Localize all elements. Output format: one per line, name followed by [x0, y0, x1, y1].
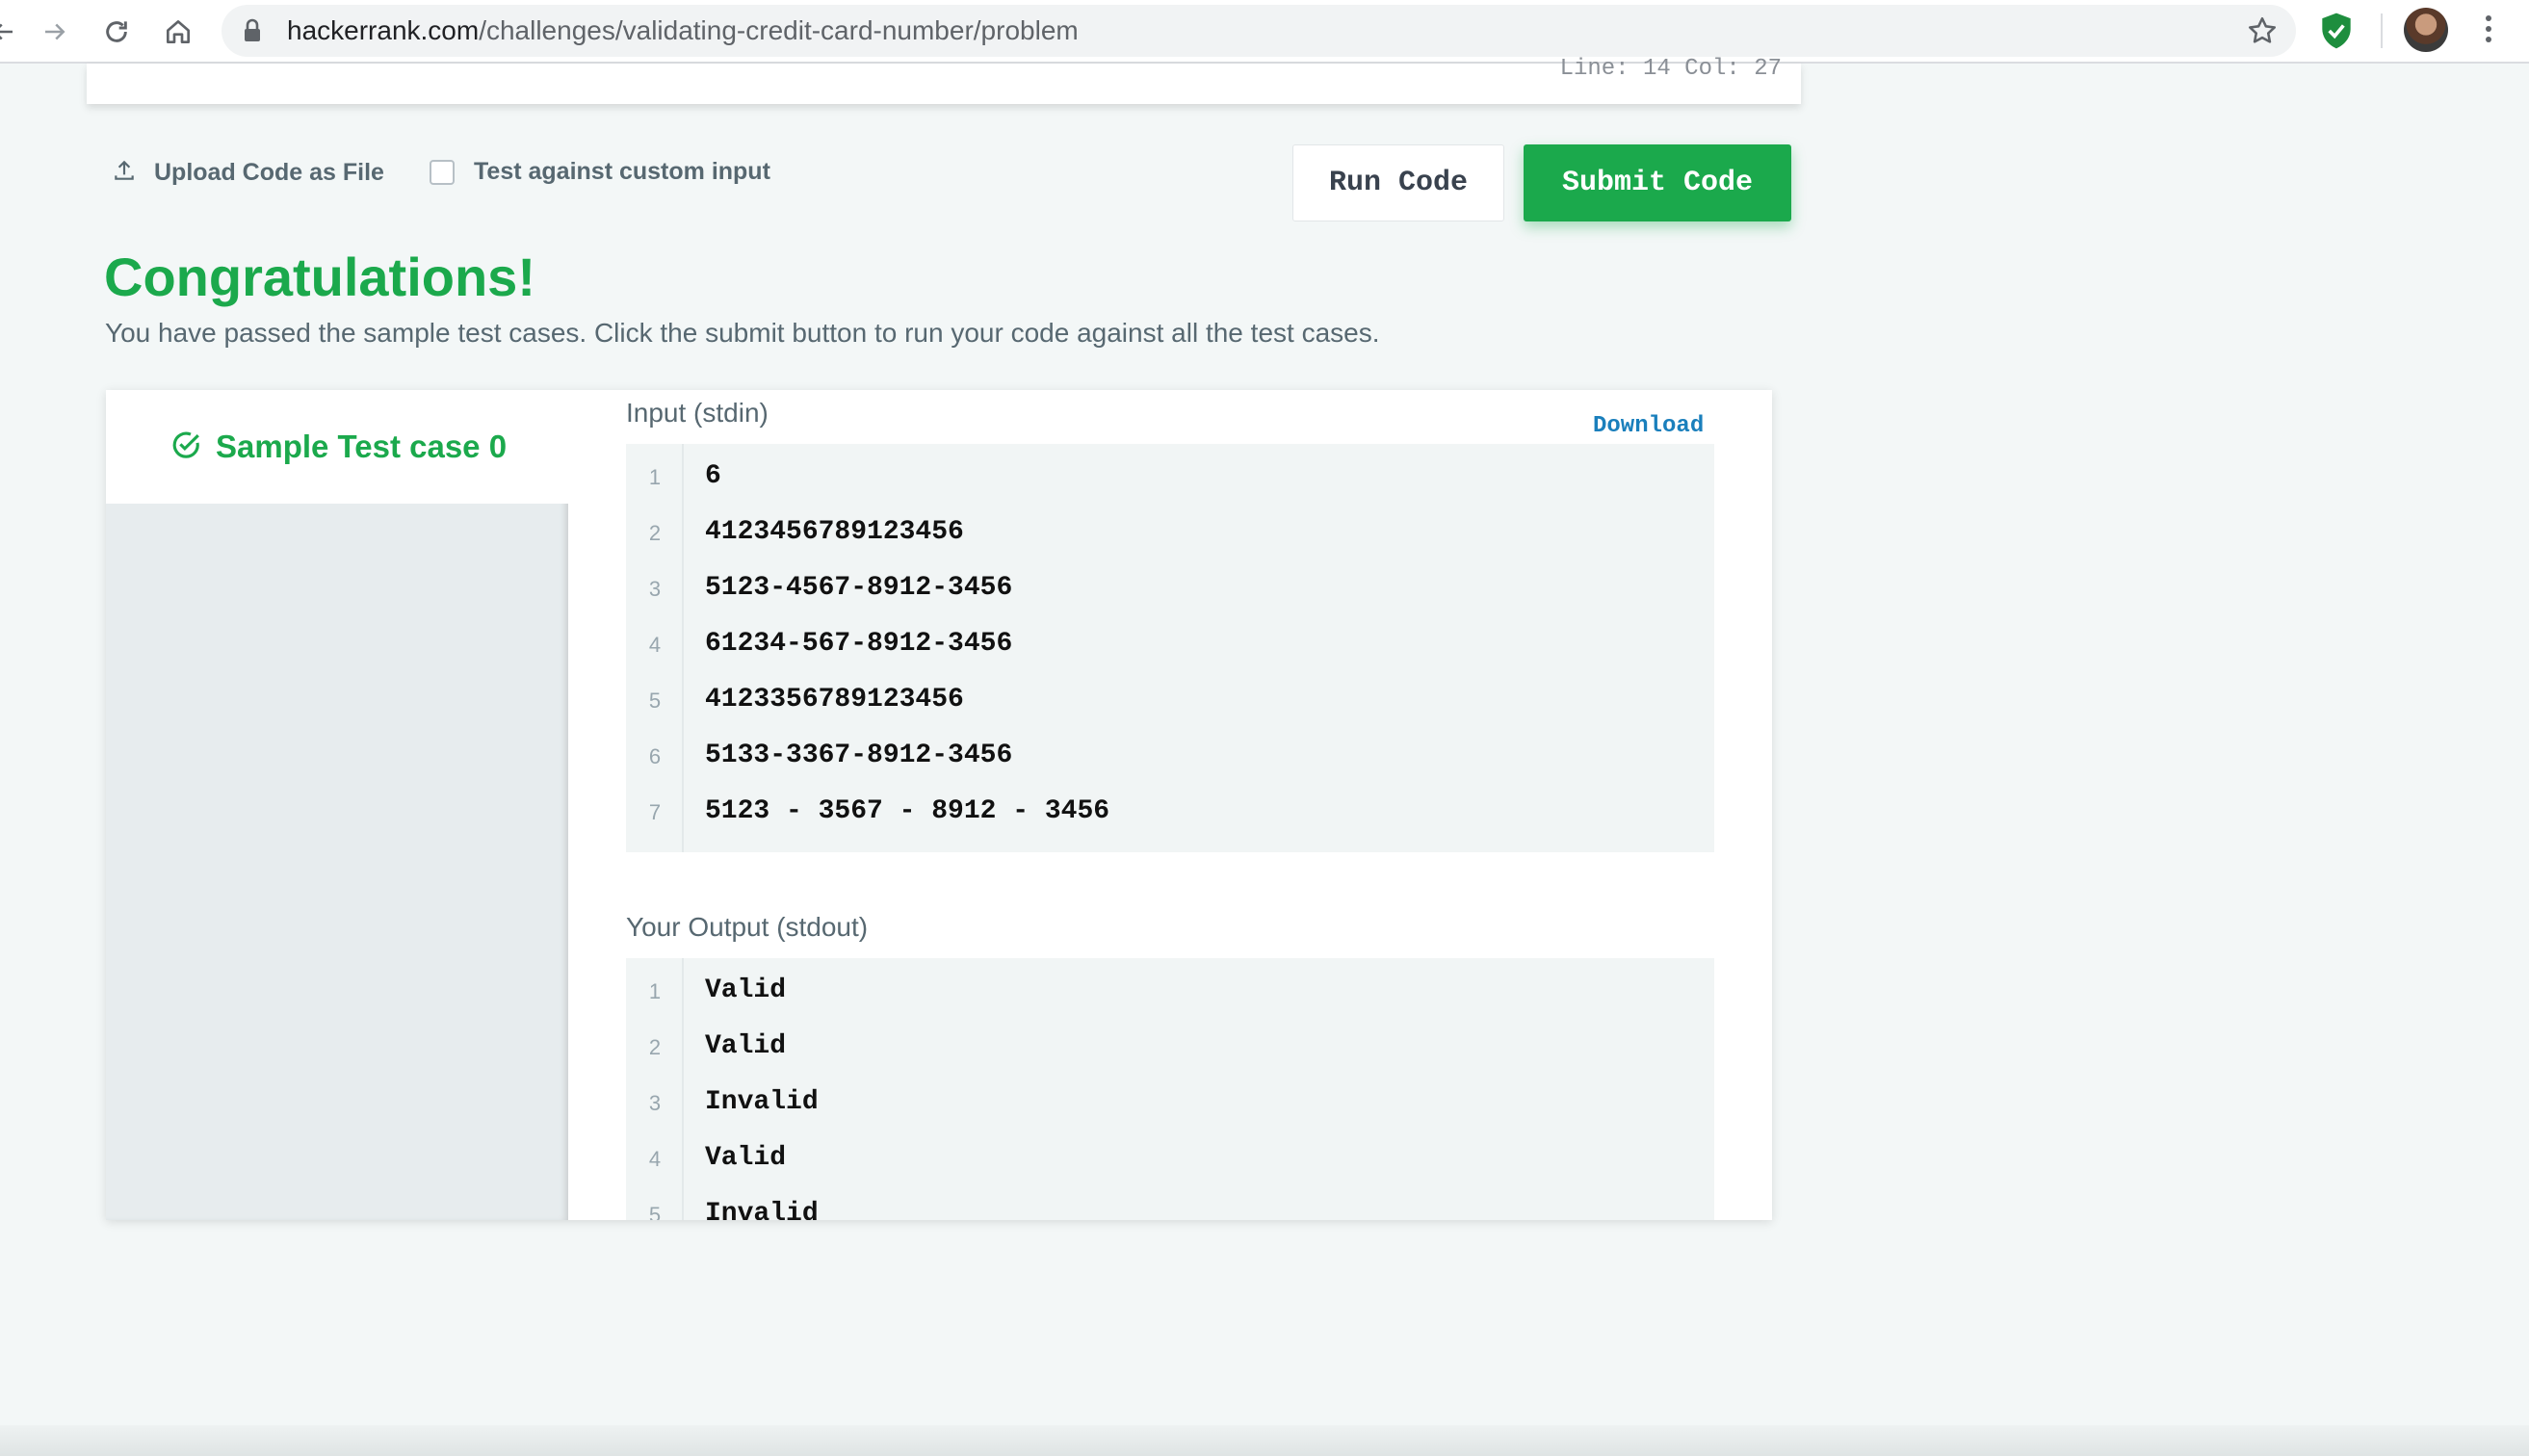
- upload-icon: [112, 158, 137, 188]
- line-text: 4123456789123456: [705, 517, 964, 547]
- page-footer-shadow: [0, 1425, 2529, 1456]
- line-number: 4: [648, 633, 662, 657]
- star-icon[interactable]: [2246, 14, 2279, 52]
- check-circle-icon: [169, 429, 202, 466]
- upload-code-label: Upload Code as File: [154, 159, 384, 186]
- output-line: 2 Valid: [626, 1022, 1714, 1078]
- upload-code-button[interactable]: Upload Code as File: [112, 158, 384, 188]
- custom-input-label: Test against custom input: [474, 158, 770, 185]
- output-title: Your Output (stdout): [626, 912, 869, 942]
- line-text: Invalid: [705, 1199, 819, 1220]
- output-line: 4 Valid: [626, 1133, 1714, 1189]
- input-line: 16: [626, 452, 1714, 507]
- line-number: 2: [648, 1035, 662, 1059]
- input-line: 7 5123 - 3567 - 8912 - 3456: [626, 787, 1714, 843]
- input-title: Input (stdin): [626, 398, 769, 428]
- result-message: You have passed the sample test cases. C…: [105, 318, 1380, 348]
- browser-toolbar: hackerrank.com/challenges/validating-cre…: [0, 0, 2529, 64]
- line-text: 61234-567-8912-3456: [705, 629, 1013, 659]
- output-line: 3 Invalid: [626, 1078, 1714, 1133]
- tab-sample-test-case-0[interactable]: Sample Test case 0: [106, 390, 568, 504]
- test-case-label: Sample Test case 0: [216, 429, 508, 464]
- test-case-list: Sample Test case 0: [106, 390, 568, 1220]
- more-menu-icon[interactable]: [2475, 12, 2502, 50]
- custom-input-checkbox[interactable]: [430, 159, 455, 185]
- line-text: Valid: [705, 975, 787, 1005]
- input-code-box: 1 6 2 4123456789123456 3 5123-4567-8912-3456 4…: [626, 444, 1714, 852]
- line-text: 5123-4567-8912-3456: [705, 573, 1013, 603]
- profile-avatar[interactable]: [2404, 8, 2448, 52]
- address-bar[interactable]: hackerrank.com/challenges/validating-cre…: [222, 5, 2296, 57]
- line-number: 7: [648, 800, 662, 824]
- toolbar-divider: [2381, 13, 2383, 48]
- input-line: 4 61234-567-8912-3456: [626, 619, 1714, 675]
- reload-icon[interactable]: [92, 8, 141, 56]
- line-number: 3: [648, 1091, 662, 1115]
- line-number: 5: [648, 1203, 662, 1220]
- url-path: /challenges/validating-credit-card-numbe…: [479, 15, 1079, 45]
- run-code-button[interactable]: Run Code: [1292, 144, 1504, 221]
- download-link[interactable]: Download: [1593, 413, 1704, 439]
- line-text: 6: [705, 461, 721, 491]
- output-line: 1 Valid: [626, 966, 1714, 1022]
- line-number: 2: [648, 521, 662, 545]
- extension-shield-icon[interactable]: [2315, 10, 2358, 57]
- line-number: 5: [648, 689, 662, 713]
- back-arrow-icon[interactable]: [0, 8, 27, 56]
- line-text: 5133-3367-8912-3456: [705, 741, 1013, 770]
- line-number: 6: [648, 744, 662, 768]
- forward-arrow-icon[interactable]: [31, 8, 79, 56]
- url-domain: hackerrank.com: [287, 15, 480, 45]
- line-text: 5123 - 3567 - 8912 - 3456: [705, 796, 1110, 826]
- line-text: 4123356789123456: [705, 685, 964, 715]
- input-line: 5 4123356789123456: [626, 675, 1714, 731]
- line-text: Invalid: [705, 1087, 819, 1117]
- line-text: Valid: [705, 1031, 787, 1061]
- input-line: 6 5133-3367-8912-3456: [626, 731, 1714, 787]
- home-icon[interactable]: [154, 8, 202, 56]
- input-line: 2 4123456789123456: [626, 507, 1714, 563]
- url-text: hackerrank.com/challenges/validating-cre…: [287, 15, 1079, 46]
- line-number: 1: [648, 979, 662, 1003]
- line-number: 3: [648, 577, 662, 601]
- code-editor-footer: Line: 14 Col: 27: [87, 56, 1801, 104]
- submit-code-button[interactable]: Submit Code: [1524, 144, 1791, 221]
- lock-icon[interactable]: [243, 18, 262, 48]
- line-number: 4: [648, 1147, 662, 1171]
- line-text: Valid: [705, 1143, 787, 1173]
- result-title: Congratulations!: [104, 247, 535, 307]
- output-line: 5 Invalid: [626, 1189, 1714, 1220]
- input-line: 3 5123-4567-8912-3456: [626, 563, 1714, 619]
- custom-input-toggle[interactable]: Test against custom input: [430, 158, 770, 186]
- test-results-panel: Sample Test case 0 Input (stdin) Downloa…: [106, 390, 1772, 1220]
- output-code-box: 1 Valid 2 Valid 3 Invalid 4 Valid 5 Invalid: [626, 958, 1714, 1220]
- line-number: 1: [648, 465, 662, 489]
- cursor-position: Line: 14 Col: 27: [1559, 56, 1782, 82]
